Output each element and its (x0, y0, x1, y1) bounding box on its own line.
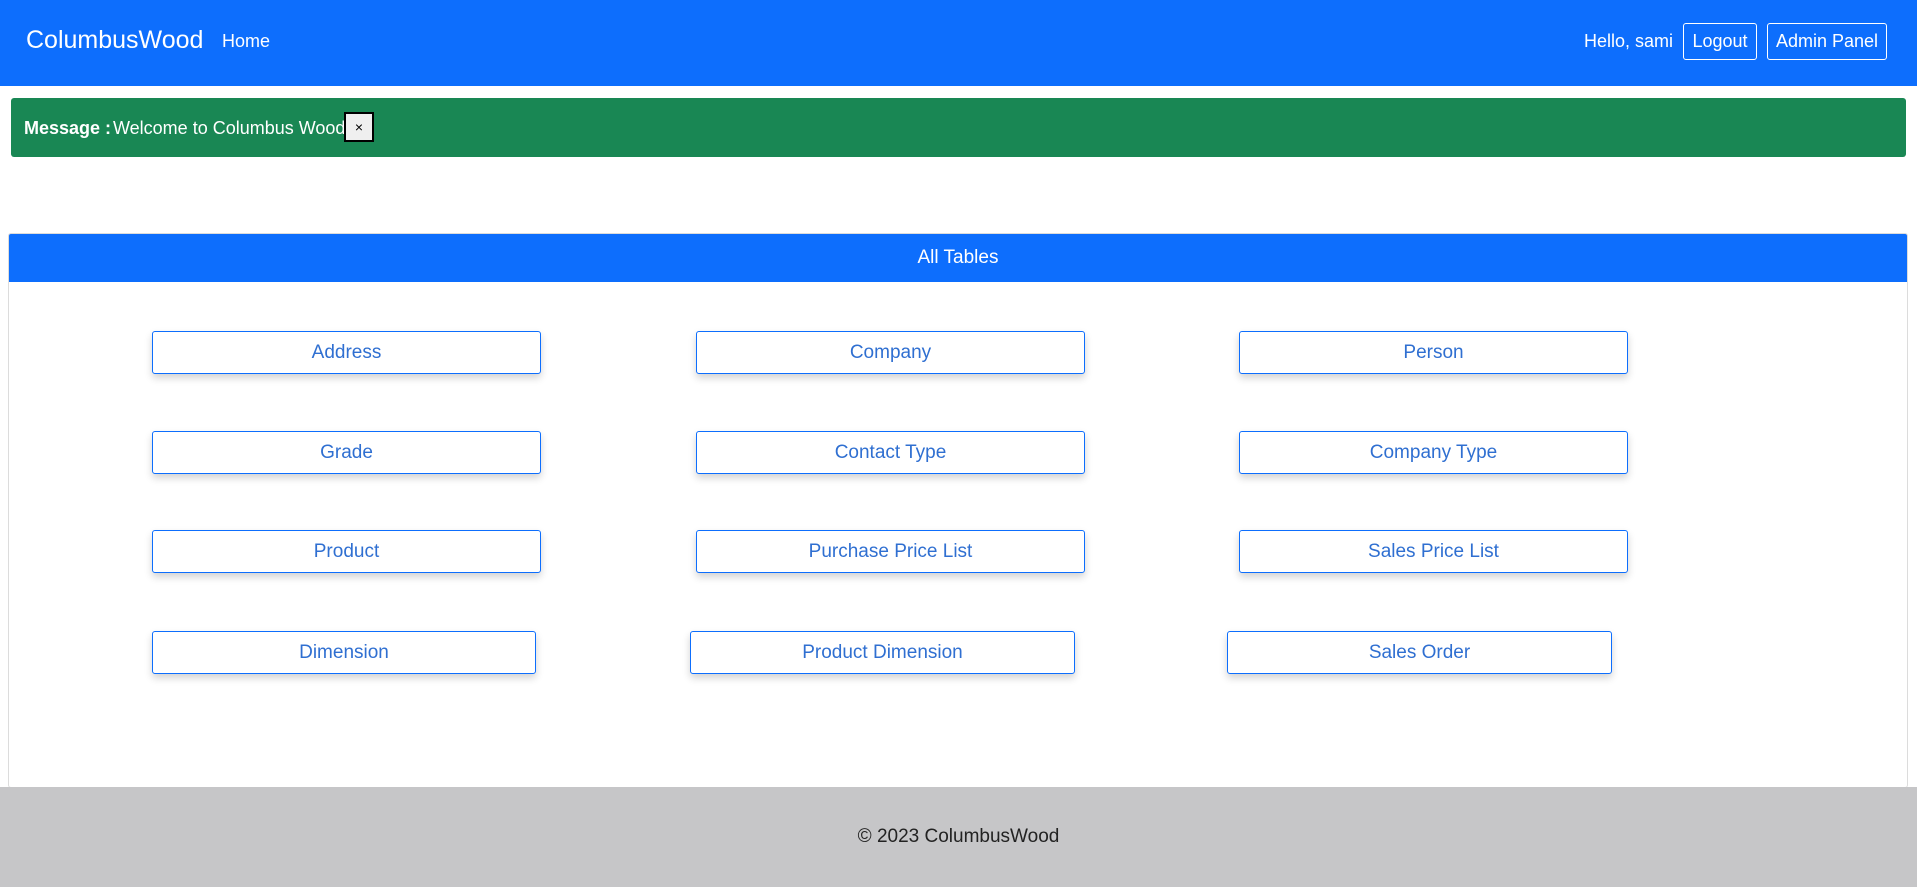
table-button-address[interactable]: Address (152, 331, 541, 374)
welcome-alert: Message : Welcome to Columbus Wood × (11, 98, 1906, 157)
table-button-sales-price-list[interactable]: Sales Price List (1239, 530, 1628, 573)
user-greeting: Hello, sami (1584, 31, 1674, 51)
table-button-grade[interactable]: Grade (152, 431, 541, 474)
all-tables-card: All Tables Address Company Person Grade … (8, 233, 1908, 788)
admin-panel-button[interactable]: Admin Panel (1767, 23, 1887, 60)
table-button-product-dimension[interactable]: Product Dimension (690, 631, 1075, 674)
table-button-dimension[interactable]: Dimension (152, 631, 536, 674)
alert-message: Welcome to Columbus Wood (113, 118, 346, 138)
card-title: All Tables (9, 234, 1907, 282)
logout-button[interactable]: Logout (1683, 23, 1757, 60)
table-button-person[interactable]: Person (1239, 331, 1628, 374)
table-button-purchase-price-list[interactable]: Purchase Price List (696, 530, 1085, 573)
table-button-company-type[interactable]: Company Type (1239, 431, 1628, 474)
table-button-company[interactable]: Company (696, 331, 1085, 374)
alert-label: Message : (24, 118, 112, 138)
table-button-contact-type[interactable]: Contact Type (696, 431, 1085, 474)
page-footer: © 2023 ColumbusWood (0, 787, 1917, 887)
table-button-sales-order[interactable]: Sales Order (1227, 631, 1612, 674)
brand-link[interactable]: ColumbusWood (26, 25, 203, 55)
table-button-product[interactable]: Product (152, 530, 541, 573)
alert-close-button[interactable]: × (344, 112, 374, 142)
top-navbar: ColumbusWood Home Hello, sami Logout Adm… (0, 0, 1917, 86)
nav-home-link[interactable]: Home (222, 30, 270, 52)
